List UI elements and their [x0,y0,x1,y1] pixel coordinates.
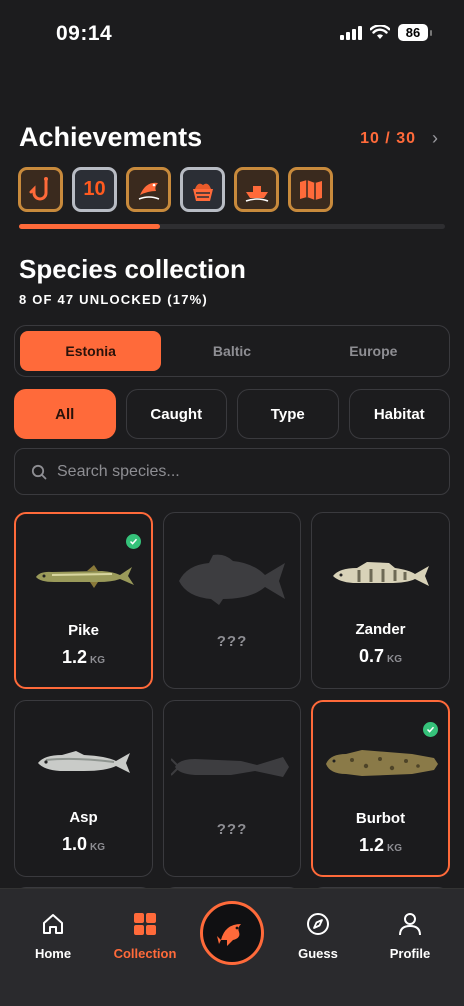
species-weight: 1.0 KG [62,834,105,855]
achievements-progress-fill [19,224,160,229]
bottom-tab-bar: Home Collection Guess Profile [0,888,464,1006]
weight-unit: KG [90,842,106,853]
species-card-locked[interactable]: ??? [163,512,301,689]
status-time: 09:14 [56,22,113,45]
tab-collection-label: Collection [113,946,177,961]
signal-icon [340,25,362,40]
weight-unit: KG [387,843,403,854]
species-title: Species collection [19,254,246,284]
species-card-burbot[interactable]: Burbot 1.2 KG [311,700,450,877]
wifi-icon [370,25,390,39]
species-weight: 1.2 KG [359,835,402,856]
weight-value: 0.7 [358,646,385,666]
weight-value: 1.2 [358,835,385,855]
species-card-locked[interactable]: ??? [163,700,301,877]
species-card-asp[interactable]: Asp 1.0 KG [14,700,153,877]
species-name: Burbot [355,810,406,827]
ten-badge-icon[interactable]: 10 [72,167,117,212]
weight-unit: KG [387,654,403,665]
chevron-right-icon[interactable]: › [432,128,438,149]
burbot-fish-image [322,746,440,782]
grid-icon [134,913,156,935]
achievements-progress [19,224,445,229]
locked-species-label: ??? [216,633,248,650]
zander-fish-image [329,557,433,593]
species-card-pike[interactable]: Pike 1.2 KG [14,512,153,689]
caught-check-icon [126,534,141,549]
region-segmented-control: Estonia Baltic Europe [14,325,450,377]
weight-value: 1.0 [61,834,88,854]
weight-unit: KG [90,655,106,666]
status-bar: 09:14 86 [0,0,464,70]
species-name: Asp [69,809,98,826]
tab-collection[interactable]: Collection [99,911,191,961]
jumping-fish-badge-icon[interactable] [126,167,171,212]
fish-basket-badge-icon[interactable] [180,167,225,212]
filter-all-button[interactable]: All [14,389,116,439]
species-subtitle: 8 OF 47 UNLOCKED (17%) [19,292,208,307]
species-card-zander[interactable]: Zander 0.7 KG [311,512,450,689]
weight-value: 1.2 [61,647,88,667]
battery-icon: 86 [398,24,432,41]
filter-caught-button[interactable]: Caught [125,389,227,439]
locked-species-label: ??? [216,821,248,838]
home-icon [43,914,63,934]
hook-badge-icon[interactable] [18,167,63,212]
region-tab-europe[interactable]: Europe [303,331,444,371]
person-icon [399,913,421,936]
species-weight: 0.7 KG [359,646,402,667]
achievement-badges: 10 [18,167,333,212]
tab-guess-label: Guess [298,946,338,961]
species-weight: 1.2 KG [62,647,105,668]
search-bar[interactable] [14,448,450,495]
tab-home-label: Home [34,946,72,961]
filter-type-button[interactable]: Type [237,389,339,439]
tab-profile-label: Profile [389,946,431,961]
region-tab-estonia[interactable]: Estonia [20,331,162,371]
status-icons: 86 [340,24,432,41]
asp-fish-image [34,745,134,781]
achievements-title: Achievements [19,122,203,152]
species-grid: Pike 1.2 KG ??? Zander 0.7 KG Asp 1.0 KG… [14,512,450,877]
pike-fish-image [32,558,136,594]
tab-guess[interactable]: Guess [272,911,364,961]
fish-icon [217,924,241,946]
boat-badge-icon[interactable] [234,167,279,212]
locked-fish-silhouette [173,551,291,607]
filter-bar: All Caught Type Habitat [14,389,450,439]
catch-fish-button[interactable] [200,901,264,965]
region-tab-baltic[interactable]: Baltic [161,331,302,371]
filter-habitat-button[interactable]: Habitat [348,389,450,439]
caught-check-icon [423,722,438,737]
tab-home[interactable]: Home [7,911,99,961]
achievements-count[interactable]: 10 / 30 [360,130,416,148]
species-name: Pike [68,622,99,639]
locked-fish-silhouette [171,739,293,795]
species-name: Zander [355,621,406,638]
search-icon [31,464,47,479]
badge-ten-label: 10 [83,178,106,200]
compass-icon [307,913,329,935]
map-badge-icon[interactable] [288,167,333,212]
tab-profile[interactable]: Profile [364,911,456,961]
search-input[interactable] [57,462,417,481]
